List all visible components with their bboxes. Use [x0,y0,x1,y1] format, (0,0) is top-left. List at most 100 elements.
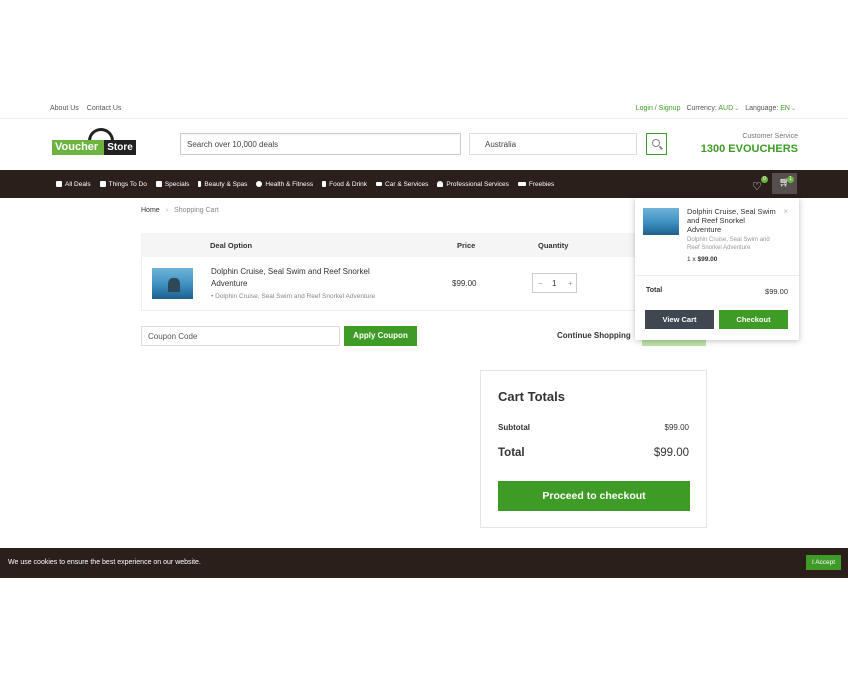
currency-label: Currency: [686,105,717,112]
quantity-value[interactable]: 1 [552,279,556,288]
cart-button[interactable]: 🛒︎ 1 [772,173,797,194]
site-logo[interactable]: Voucher Store [52,128,138,158]
gift-icon [155,181,162,187]
nav-item-beauty-spas[interactable]: Beauty & Spas [198,181,247,188]
header-price: Price [457,241,476,250]
nav-item-things-to-do[interactable]: Things To Do [99,180,147,188]
nav-item-label: Food & Drink [329,180,368,188]
chevron-down-icon: ⌄ [790,106,796,112]
search-icon [652,139,660,147]
breadcrumb-home[interactable]: Home [141,207,160,214]
nav-item-health-fitness[interactable]: Health & Fitness [256,181,313,188]
wishlist-count-badge: 0 [761,176,768,183]
header-quantity: Quantity [538,241,569,250]
deal-option: • Dolphin Cruise, Seal Swim and Reef Sno… [211,293,376,300]
view-cart-button[interactable]: View Cart [645,310,714,329]
fitness-icon [256,181,263,187]
language-selector[interactable]: Language: EN⌄ [745,105,796,112]
top-utility-bar: About Us Contact Us Login / Signup Curre… [0,100,848,118]
car-icon [376,182,383,186]
search-input[interactable]: Search over 10,000 deals [180,133,461,155]
nav-item-food-drink[interactable]: Food & Drink [322,181,367,188]
language-label: Language: [745,105,779,112]
cart-count-badge: 1 [787,176,794,183]
deal-option-text: Dolphin Cruise, Seal Swim and Reef Snork… [215,293,376,300]
mini-cart-dropdown: Dolphin Cruise, Seal Swim and Reef Snork… [635,198,799,340]
accept-cookies-button[interactable]: I Accept [806,555,841,570]
deal-thumbnail[interactable] [152,268,193,299]
user-icon [437,181,444,187]
header-divider [0,118,848,119]
bottle-icon [198,181,202,187]
subtotal-label: Subtotal [498,423,530,432]
wishlist-button[interactable]: ♡ 0 [752,176,768,193]
logo-voucher-text: Voucher [52,140,104,155]
language-value: EN [780,105,790,112]
total-label: Total [498,447,525,459]
nav-item-specials[interactable]: Specials [155,180,190,188]
cookie-banner: We use cookies to ensure the best experi… [0,548,848,578]
mini-cart-divider [635,275,799,276]
subtotal-value: $99.00 [664,423,689,432]
quantity-stepper: − 1 + [532,273,577,293]
cookie-message: We use cookies to ensure the best experi… [8,559,201,566]
gift-icon [56,181,62,187]
mini-cart-item-name[interactable]: Dolphin Cruise, Seal Swim and Reef Snork… [687,207,779,234]
logo-store-text: Store [104,140,136,155]
about-link[interactable]: About Us [50,105,79,112]
search-button[interactable] [646,133,667,155]
customer-service-label: Customer Service [742,133,798,140]
table-row: Dolphin Cruise, Seal Swim and Reef Snork… [141,257,706,311]
customer-service: Customer Service 1300 EVOUCHERS [701,133,798,155]
login-signup-link[interactable]: Login / Signup [636,105,681,112]
nav-item-all-deals[interactable]: All Deals [56,181,91,188]
nav-item-label: Car & Services [385,180,429,188]
mini-cart-thumbnail[interactable] [643,208,679,235]
cutlery-icon [322,181,327,187]
location-input[interactable]: Australia [469,133,637,155]
mini-cart-total-label: Total [646,287,663,294]
main-navigation: All Deals Things To Do Specials Beauty &… [0,170,848,198]
header-deal-option: Deal Option [210,241,253,250]
nav-item-label: Professional Services [446,180,509,188]
checkout-button[interactable]: Checkout [719,310,788,329]
contact-link[interactable]: Contact Us [87,105,122,112]
cart-totals-panel: Cart Totals Subtotal $99.00 Total $99.00… [480,370,707,528]
nav-item-label: All Deals [65,180,91,188]
cart-totals-title: Cart Totals [498,389,565,404]
mini-cart-item-option: Dolphin Cruise, Seal Swim and Reef Snork… [687,237,770,251]
nav-item-label: Freebies [528,180,555,188]
nav-items: All Deals Things To Do Specials Beauty &… [56,170,563,198]
increase-button[interactable]: + [568,279,573,288]
continue-shopping-link[interactable]: Continue Shopping [557,331,631,340]
customer-service-phone[interactable]: 1300 EVOUCHERS [701,143,798,155]
nav-item-professional-services[interactable]: Professional Services [437,181,509,188]
mini-cart-total-value: $99.00 [765,287,788,296]
close-icon[interactable]: × [783,207,788,216]
top-links: About Us Contact Us [50,105,121,112]
total-value: $99.00 [653,447,689,459]
person-icon [99,181,106,187]
mini-cart-item-qty: 1 x $99.00 [687,256,717,263]
nav-item-freebies[interactable]: Freebies [517,180,555,188]
mini-cart-item-price: $99.00 [697,256,718,263]
breadcrumb: Home › Shopping Cart [141,207,219,214]
deal-price: $99.00 [452,279,477,288]
nav-item-car-services[interactable]: Car & Services [376,181,428,188]
heart-icon: ♡ [752,181,762,193]
cart-table-header: Deal Option Price Quantity [141,233,706,257]
currency-value: AUD [718,105,734,112]
deal-name[interactable]: Dolphin Cruise, Seal Swim and Reef Snork… [211,266,401,290]
nav-item-label: Specials [164,180,190,188]
top-account-area: Login / Signup Currency: AUD⌄ Language: … [636,105,796,112]
apply-coupon-button[interactable]: Apply Coupon [344,326,417,346]
decrease-button[interactable]: − [538,279,543,288]
breadcrumb-current: Shopping Cart [174,207,219,214]
nav-item-label: Health & Fitness [265,180,314,188]
nav-item-label: Things To Do [108,180,147,188]
breadcrumb-separator: › [165,207,169,214]
proceed-to-checkout-button[interactable]: Proceed to checkout [498,481,690,511]
chevron-down-icon: ⌄ [734,106,740,112]
coupon-input[interactable]: Coupon Code [141,326,340,346]
currency-selector[interactable]: Currency: AUD⌄ [686,105,739,112]
